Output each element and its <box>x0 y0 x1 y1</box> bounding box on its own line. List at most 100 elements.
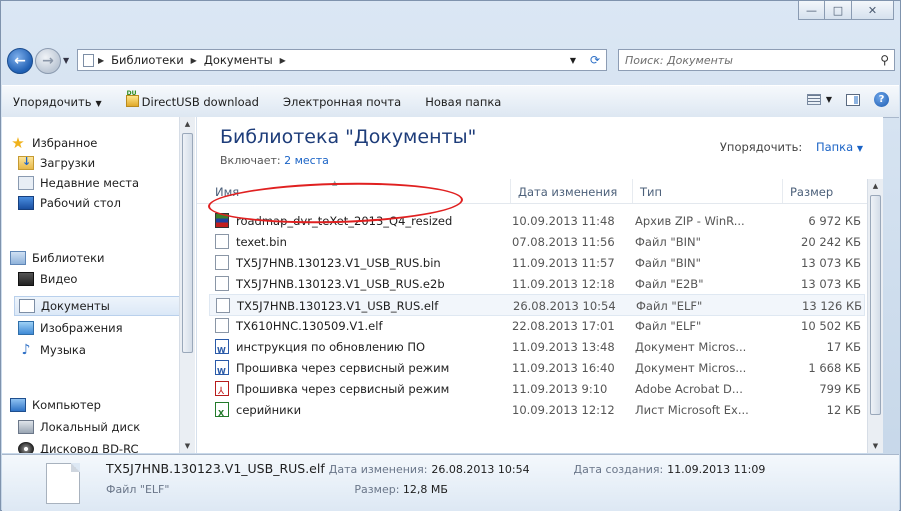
file-date-text: 22.08.2013 17:01 <box>512 319 615 333</box>
file-row[interactable]: texet.bin 07.08.2013 11:56 Файл "BIN" 20 24… <box>209 231 865 253</box>
file-row[interactable]: TX5J7HNB.130123.V1_USB_RUS.e2b 11.09.2013… <box>209 273 865 295</box>
file-date: 11.09.2013 12:18 <box>512 273 642 295</box>
file-type-text: Файл "BIN" <box>635 235 701 249</box>
forward-button[interactable]: → <box>35 48 61 74</box>
nav-local-disk[interactable]: Локальный диск <box>18 417 140 437</box>
minimize-button[interactable]: — <box>798 1 825 20</box>
scroll-down-icon[interactable]: ▼ <box>868 439 883 453</box>
back-button[interactable]: ← <box>7 48 33 74</box>
help-icon[interactable]: ? <box>874 92 889 107</box>
directusb-button[interactable]: DirectUSB download <box>114 90 271 109</box>
column-header: Имя ▲ Дата изменения Тип Размер <box>197 179 883 204</box>
close-button[interactable]: ✕ <box>852 1 894 20</box>
file-date: 10.09.2013 12:12 <box>512 399 642 421</box>
breadcrumb-libraries[interactable]: Библиотеки <box>108 53 187 67</box>
nav-documents[interactable]: Документы <box>14 296 180 316</box>
breadcrumb-separator-icon: ▶ <box>98 55 105 65</box>
chevron-down-icon: ▼ <box>63 56 70 65</box>
file-type-text: Adobe Acrobat D... <box>635 382 743 396</box>
new-folder-button[interactable]: Новая папка <box>413 95 513 109</box>
nav-scrollbar[interactable]: ▲ ▼ <box>179 117 195 453</box>
file-row[interactable]: Прошивка через сервисный режим 11.09.2013… <box>209 378 865 400</box>
file-size-text: 6 972 КБ <box>808 214 861 228</box>
file-type-text: Лист Microsoft Ex... <box>635 403 749 417</box>
chevron-down-icon: ▼ <box>856 144 863 153</box>
file-type: Файл "BIN" <box>635 252 765 274</box>
nav-images[interactable]: Изображения <box>18 318 123 338</box>
column-type[interactable]: Тип <box>633 179 783 203</box>
nav-desktop[interactable]: Рабочий стол <box>18 193 121 213</box>
view-icon <box>806 94 821 105</box>
toolbar-right: ▼ ? <box>806 92 889 107</box>
nav-bd-rom[interactable]: Дисковод BD-RC <box>18 439 139 453</box>
file-date: 10.09.2013 11:48 <box>512 210 642 232</box>
scroll-up-icon[interactable]: ▲ <box>180 117 195 131</box>
file-name-text: Прошивка через сервисный режим <box>236 382 450 396</box>
file-type: Файл "BIN" <box>635 231 765 253</box>
breadcrumb-documents[interactable]: Документы <box>201 53 276 67</box>
navigation-pane: ★ Избранное Загрузки Недавние места Рабоч… <box>2 117 197 453</box>
scroll-up-icon[interactable]: ▲ <box>868 179 883 193</box>
file-name-text: roadmap_dvr_teXet_2013_Q4_resized <box>236 214 453 228</box>
file-row[interactable]: TX5J7HNB.130123.V1_USB_RUS.elf 26.08.2013… <box>209 294 865 316</box>
file-row[interactable]: roadmap_dvr_teXet_2013_Q4_resized 10.09.2… <box>209 210 865 232</box>
scroll-down-icon[interactable]: ▼ <box>180 439 195 453</box>
file-row[interactable]: TX610HNC.130509.V1.elf 22.08.2013 17:01 Фа… <box>209 315 865 337</box>
directusb-label: DirectUSB download <box>141 94 259 109</box>
nav-music[interactable]: ♪ Музыка <box>18 340 86 360</box>
file-type: Файл "ELF" <box>636 295 766 317</box>
chevron-down-icon: ▼ <box>825 95 832 104</box>
arrange-by-folder-button[interactable]: Папка ▼ <box>816 140 863 154</box>
details-filetype: Файл "ELF" <box>106 483 170 496</box>
file-name-text: инструкция по обновлению ПО <box>236 340 426 354</box>
details-created-label: Дата создания: <box>573 463 664 476</box>
file-size-text: 17 КБ <box>826 340 861 354</box>
local-disk-icon <box>18 420 34 434</box>
generic-file-icon <box>215 276 229 291</box>
column-size[interactable]: Размер <box>783 179 869 203</box>
nav-video[interactable]: Видео <box>18 269 77 289</box>
preview-pane-icon[interactable] <box>846 93 860 106</box>
file-type-text: Архив ZIP - WinR... <box>635 214 745 228</box>
column-name[interactable]: Имя <box>208 179 511 203</box>
column-date[interactable]: Дата изменения <box>511 179 633 203</box>
nav-downloads[interactable]: Загрузки <box>18 153 95 173</box>
file-type-text: Файл "ELF" <box>636 299 703 313</box>
file-list-scrollbar[interactable]: ▲ ▼ <box>867 179 883 453</box>
organize-button[interactable]: Упорядочить ▼ <box>2 95 114 109</box>
search-input[interactable]: Поиск: Документы ⚲ <box>618 49 895 71</box>
search-placeholder: Поиск: Документы <box>625 53 733 67</box>
maximize-button[interactable]: □ <box>825 1 852 20</box>
file-date-text: 07.08.2013 11:56 <box>512 235 615 249</box>
search-icon[interactable]: ⚲ <box>880 53 889 67</box>
address-bar[interactable]: ▶ Библиотеки ▶ Документы ▶ ▼ ⟳ <box>77 49 607 71</box>
file-type: Архив ZIP - WinR... <box>635 210 765 232</box>
email-button[interactable]: Электронная почта <box>271 95 413 109</box>
change-view-button[interactable]: ▼ <box>806 94 832 105</box>
includes-locations-link[interactable]: 2 места <box>284 154 329 167</box>
file-date: 11.09.2013 16:40 <box>512 357 642 379</box>
file-scroll-thumb[interactable] <box>870 195 881 415</box>
file-size: 13 073 КБ <box>765 273 861 295</box>
file-size-text: 1 668 КБ <box>808 361 861 375</box>
file-size: 20 242 КБ <box>765 231 861 253</box>
nav-scroll-thumb[interactable] <box>182 133 193 353</box>
file-type: Документ Micros... <box>635 357 765 379</box>
file-row[interactable]: инструкция по обновлению ПО 11.09.2013 13… <box>209 336 865 358</box>
nav-libraries[interactable]: Библиотеки <box>10 248 105 268</box>
file-date-text: 11.09.2013 9:10 <box>512 382 608 396</box>
file-name: Прошивка через сервисный режим <box>215 378 513 400</box>
file-row[interactable]: серийники 10.09.2013 12:12 Лист Microsoft … <box>209 399 865 421</box>
file-row[interactable]: Прошивка через сервисный режим 11.09.2013… <box>209 357 865 379</box>
file-size: 13 073 КБ <box>765 252 861 274</box>
file-row[interactable]: TX5J7HNB.130123.V1_USB_RUS.bin 11.09.2013… <box>209 252 865 274</box>
nav-computer[interactable]: Компьютер <box>10 395 101 415</box>
nav-recent-places[interactable]: Недавние места <box>18 173 139 193</box>
details-type-size: Файл "ELF" Размер: 12,8 МБ <box>106 483 448 496</box>
address-history-dropdown[interactable]: ▼ <box>570 56 576 65</box>
nav-favorites[interactable]: ★ Избранное <box>10 133 97 153</box>
recent-pages-dropdown[interactable]: ▼ <box>63 56 69 65</box>
file-type-text: Файл "ELF" <box>635 319 702 333</box>
downloads-folder-icon <box>18 155 34 170</box>
refresh-icon[interactable]: ⟳ <box>590 53 600 67</box>
